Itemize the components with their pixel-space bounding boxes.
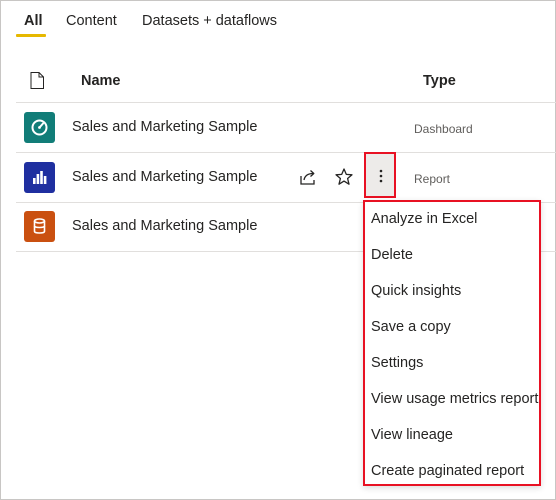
item-type: Report: [414, 172, 451, 186]
tab-all[interactable]: All: [24, 13, 43, 29]
menu-item-create-paginated-report[interactable]: Create paginated report: [371, 463, 524, 479]
tab-datasets-dataflows[interactable]: Datasets + dataflows: [142, 13, 277, 29]
column-header-type[interactable]: Type: [423, 73, 456, 89]
item-type: Dashboard: [414, 122, 473, 136]
table-row[interactable]: Sales and Marketing Sample Dashboard: [16, 103, 556, 153]
item-name[interactable]: Sales and Marketing Sample: [72, 169, 257, 185]
document-icon: [30, 72, 44, 94]
menu-item-settings[interactable]: Settings: [371, 355, 423, 371]
star-icon[interactable]: [333, 166, 355, 188]
bar-chart-icon: [24, 162, 55, 193]
menu-item-delete[interactable]: Delete: [371, 247, 413, 263]
share-icon[interactable]: [297, 166, 319, 188]
active-tab-indicator: [16, 34, 46, 37]
table-row[interactable]: Sales and Marketing Sample Report: [16, 153, 556, 203]
context-menu: Analyze in Excel Delete Quick insights S…: [363, 200, 541, 486]
menu-item-view-lineage[interactable]: View lineage: [371, 427, 453, 443]
menu-item-save-a-copy[interactable]: Save a copy: [371, 319, 451, 335]
more-options-icon: [379, 169, 383, 183]
column-header-name[interactable]: Name: [81, 73, 121, 89]
item-name[interactable]: Sales and Marketing Sample: [72, 218, 257, 234]
menu-item-quick-insights[interactable]: Quick insights: [371, 283, 461, 299]
menu-item-view-usage-metrics-report[interactable]: View usage metrics report: [371, 391, 538, 407]
more-options-button[interactable]: [364, 152, 396, 198]
tab-content[interactable]: Content: [66, 13, 117, 29]
gauge-icon: [24, 112, 55, 143]
database-icon: [24, 211, 55, 242]
item-name[interactable]: Sales and Marketing Sample: [72, 119, 257, 135]
menu-item-analyze-in-excel[interactable]: Analyze in Excel: [371, 211, 477, 227]
table-header: Name Type: [16, 60, 556, 103]
